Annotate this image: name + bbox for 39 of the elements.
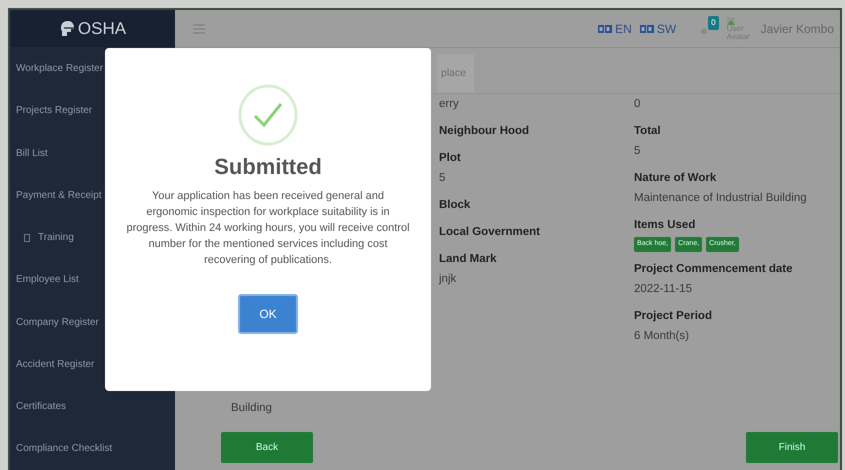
field-label: Total	[634, 124, 662, 139]
field-value: erry	[439, 97, 460, 112]
modal-message: Your application has been received general and ergonomic inspection for workplace suitability is in progress. Within 24 working hours, you will receive control number for the mentioned services including cost recovering of publications.	[125, 189, 411, 268]
field-value: 2022-11-15	[634, 282, 693, 296]
ok-button[interactable]: OK	[238, 294, 298, 334]
field-label: Block	[439, 198, 472, 213]
square-icon	[24, 234, 30, 242]
field-value: 5	[634, 144, 642, 159]
finish-button[interactable]: Finish	[746, 432, 838, 462]
flag-icon	[640, 24, 654, 32]
flag-icon	[598, 24, 612, 32]
field-label: Land Mark	[439, 252, 498, 267]
notification-badge: 0	[708, 16, 719, 30]
field-label: Plot	[439, 151, 462, 166]
back-button[interactable]: Back	[221, 432, 313, 462]
field-value: Maintenance of Industrial Building	[634, 191, 807, 206]
check-icon	[238, 84, 298, 146]
field-label: Nature of Work	[634, 171, 718, 186]
sidebar-item[interactable]: Certificates	[10, 385, 175, 428]
field-value: Building	[230, 400, 273, 416]
sidebar-item[interactable]: Compliance Checklist	[10, 428, 175, 470]
field-value: 6 Month(s)	[634, 328, 690, 344]
field-label: Items Used	[634, 218, 696, 233]
bell-icon[interactable]	[700, 26, 708, 36]
field-label: Project Period	[634, 308, 713, 324]
broken-image-icon	[726, 16, 735, 24]
helmet-icon	[58, 20, 75, 38]
field-label: Neighbour Hood	[439, 124, 530, 139]
field-value: jnjk	[439, 272, 458, 287]
logo-text: OSHA	[78, 18, 126, 40]
field-label: Local Government	[439, 225, 541, 240]
language-link[interactable]: SW	[640, 20, 676, 38]
modal-title: Submitted	[214, 154, 322, 180]
menu-icon[interactable]	[193, 24, 205, 34]
field-label: Project Commencement date	[634, 262, 794, 276]
sidebar-item[interactable]: Training	[38, 230, 74, 246]
language-link[interactable]: EN	[598, 20, 632, 38]
field-value: 5	[439, 171, 446, 186]
field-value: 0	[634, 97, 642, 112]
